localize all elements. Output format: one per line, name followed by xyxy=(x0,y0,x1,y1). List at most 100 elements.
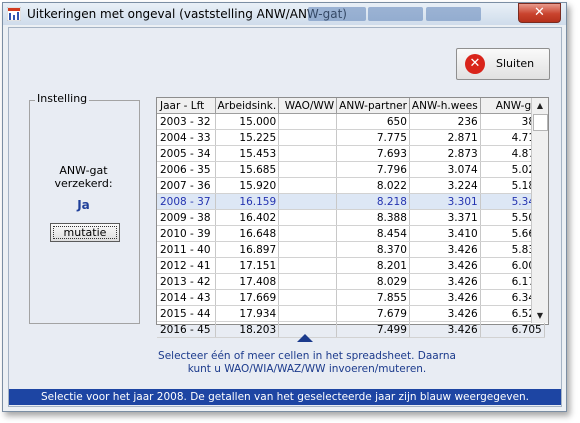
table-cell[interactable]: 2015 - 44 xyxy=(157,305,216,322)
table-cell[interactable] xyxy=(278,113,338,130)
scroll-down-icon[interactable]: ▼ xyxy=(532,308,548,323)
table-cell[interactable] xyxy=(278,193,338,210)
table-cell[interactable]: 8.218 xyxy=(336,193,410,210)
table-cell[interactable] xyxy=(278,209,338,226)
table-cell[interactable]: 2013 - 42 xyxy=(157,273,216,290)
spreadsheet[interactable]: Jaar - Lft Arbeidsink. WAO/WW ANW-partner AN… xyxy=(156,97,549,338)
mutatie-button[interactable]: mutatie xyxy=(50,223,120,242)
table-cell[interactable]: 8.029 xyxy=(336,273,410,290)
table-row[interactable]: 2010 - 39 16.648 8.454 3.410 5.668 xyxy=(157,225,545,242)
spreadsheet-table[interactable]: Jaar - Lft Arbeidsink. WAO/WW ANW-partner AN… xyxy=(157,98,545,338)
table-cell[interactable]: 2009 - 38 xyxy=(157,209,216,226)
table-cell[interactable]: 2007 - 36 xyxy=(157,177,216,194)
table-cell[interactable]: 2.871 xyxy=(409,129,481,146)
table-cell[interactable]: 2010 - 39 xyxy=(157,225,216,242)
column-header[interactable]: WAO/WW xyxy=(278,98,338,114)
table-cell[interactable]: 2014 - 43 xyxy=(157,289,216,306)
table-cell[interactable]: 3.074 xyxy=(409,161,481,178)
table-row[interactable]: 2006 - 35 15.685 7.796 3.074 5.026 xyxy=(157,161,545,178)
column-header[interactable]: Jaar - Lft xyxy=(157,98,216,114)
table-cell[interactable]: 3.371 xyxy=(409,209,481,226)
table-cell[interactable]: 2005 - 34 xyxy=(157,145,216,162)
table-row[interactable]: 2012 - 41 17.151 8.201 3.426 6.003 xyxy=(157,257,545,274)
vertical-scrollbar[interactable]: ▲ ▼ xyxy=(531,98,548,323)
table-cell[interactable]: 15.453 xyxy=(215,145,280,162)
table-cell[interactable]: 2003 - 32 xyxy=(157,113,216,130)
table-cell[interactable]: 16.897 xyxy=(215,241,280,258)
table-cell[interactable]: 7.499 xyxy=(336,321,410,338)
table-cell[interactable]: 2012 - 41 xyxy=(157,257,216,274)
table-cell[interactable]: 16.648 xyxy=(215,225,280,242)
table-cell[interactable]: 7.693 xyxy=(336,145,410,162)
table-row[interactable]: 2003 - 3215.000650236381 xyxy=(157,113,545,130)
table-cell[interactable]: 2004 - 33 xyxy=(157,129,216,146)
table-cell[interactable] xyxy=(278,241,338,258)
table-cell[interactable]: 236 xyxy=(409,113,481,130)
table-cell[interactable]: 3.426 xyxy=(409,241,481,258)
table-cell[interactable]: 15.000 xyxy=(215,113,280,130)
table-cell[interactable]: 6.705 xyxy=(480,321,545,338)
window-close-button[interactable]: ✕ xyxy=(518,3,561,23)
table-cell[interactable]: 15.920 xyxy=(215,177,280,194)
title-bar[interactable]: Uitkeringen met ongeval (vaststelling AN… xyxy=(3,3,566,25)
table-cell[interactable]: 7.796 xyxy=(336,161,410,178)
sluiten-button[interactable]: ✕ Sluiten xyxy=(456,48,550,80)
table-cell[interactable]: 2006 - 35 xyxy=(157,161,216,178)
table-cell[interactable]: 3.224 xyxy=(409,177,481,194)
table-cell[interactable]: 8.370 xyxy=(336,241,410,258)
table-cell[interactable]: 7.855 xyxy=(336,289,410,306)
table-cell[interactable]: 3.426 xyxy=(409,305,481,322)
table-cell[interactable]: 2016 - 45 xyxy=(157,321,216,338)
table-cell[interactable]: 3.426 xyxy=(409,289,481,306)
table-cell[interactable]: 15.225 xyxy=(215,129,280,146)
column-header[interactable]: ANW-partner xyxy=(336,98,410,114)
table-row[interactable]: 2016 - 45 18.203 7.499 3.426 6.705 xyxy=(157,321,545,338)
table-cell[interactable]: 650 xyxy=(336,113,410,130)
table-cell[interactable]: 3.426 xyxy=(409,257,481,274)
table-cell[interactable]: 2008 - 37 xyxy=(157,193,216,210)
table-row[interactable]: 2007 - 36 15.920 8.022 3.224 5.183 xyxy=(157,177,545,194)
table-cell[interactable]: 3.426 xyxy=(409,321,481,338)
table-cell[interactable] xyxy=(278,257,338,274)
table-cell[interactable] xyxy=(278,225,338,242)
table-row[interactable]: 2005 - 34 15.453 7.693 2.873 4.871 xyxy=(157,145,545,162)
table-cell[interactable]: 3.301 xyxy=(409,193,481,210)
table-row[interactable]: 2004 - 33 15.225 7.775 2.871 4.719 xyxy=(157,129,545,146)
table-cell[interactable] xyxy=(278,145,338,162)
table-cell[interactable]: 3.426 xyxy=(409,273,481,290)
table-cell[interactable]: 16.402 xyxy=(215,209,280,226)
table-cell[interactable] xyxy=(278,129,338,146)
table-cell[interactable]: 7.775 xyxy=(336,129,410,146)
scroll-up-icon[interactable]: ▲ xyxy=(532,98,548,113)
table-cell[interactable] xyxy=(278,273,338,290)
table-cell[interactable]: 17.934 xyxy=(215,305,280,322)
table-cell[interactable] xyxy=(278,289,338,306)
table-cell[interactable]: 2011 - 40 xyxy=(157,241,216,258)
table-cell[interactable]: 17.408 xyxy=(215,273,280,290)
table-cell[interactable] xyxy=(278,161,338,178)
table-cell[interactable]: 15.685 xyxy=(215,161,280,178)
table-cell[interactable]: 17.151 xyxy=(215,257,280,274)
scroll-thumb[interactable] xyxy=(533,114,548,131)
table-cell[interactable] xyxy=(278,177,338,194)
table-row[interactable]: 2014 - 43 17.669 7.855 3.426 6.349 xyxy=(157,289,545,306)
table-cell[interactable]: 18.203 xyxy=(215,321,280,338)
table-cell[interactable]: 8.454 xyxy=(336,225,410,242)
table-cell[interactable]: 17.669 xyxy=(215,289,280,306)
table-cell[interactable]: 8.201 xyxy=(336,257,410,274)
table-cell[interactable]: 8.388 xyxy=(336,209,410,226)
table-cell[interactable]: 7.679 xyxy=(336,305,410,322)
table-row[interactable]: 2008 - 37 16.159 8.218 3.301 5.342 xyxy=(157,193,545,210)
table-cell[interactable]: 3.410 xyxy=(409,225,481,242)
column-header[interactable]: ANW-h.wees xyxy=(409,98,481,114)
table-cell[interactable]: 16.159 xyxy=(215,193,280,210)
table-row[interactable]: 2009 - 38 16.402 8.388 3.371 5.504 xyxy=(157,209,545,226)
table-row[interactable]: 2015 - 44 17.934 7.679 3.426 6.525 xyxy=(157,305,545,322)
table-body[interactable]: 2003 - 3215.0006502363812004 - 3315.2257… xyxy=(157,113,545,338)
table-cell[interactable]: 8.022 xyxy=(336,177,410,194)
table-row[interactable]: 2013 - 42 17.408 8.029 3.426 6.175 xyxy=(157,273,545,290)
table-cell[interactable] xyxy=(278,305,338,322)
column-header[interactable]: Arbeidsink. xyxy=(215,98,280,114)
table-cell[interactable]: 2.873 xyxy=(409,145,481,162)
table-row[interactable]: 2011 - 40 16.897 8.370 3.426 5.834 xyxy=(157,241,545,258)
